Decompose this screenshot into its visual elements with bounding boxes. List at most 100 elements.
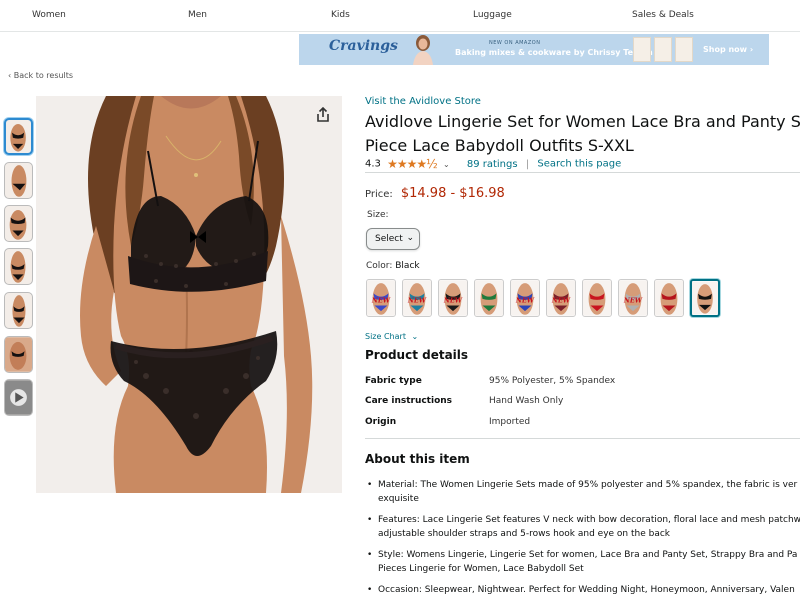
svg-text:NEW: NEW bbox=[443, 297, 463, 305]
chevron-down-icon: ⌄ bbox=[406, 233, 414, 243]
size-chart-link[interactable]: Size Chart ⌄ bbox=[365, 332, 418, 341]
swatch-image: NEW bbox=[403, 280, 431, 316]
swatch-image bbox=[692, 281, 718, 315]
product-title-line-2: Piece Lace Babydoll Outfits S-XXL bbox=[365, 136, 634, 155]
about-heading: About this item bbox=[365, 452, 470, 466]
share-icon[interactable] bbox=[315, 107, 331, 123]
color-swatch[interactable]: NEW bbox=[366, 279, 396, 317]
thumbnail-image bbox=[10, 124, 26, 152]
bullet-text: Occasion: Sleepwear, Nightwear. Perfect … bbox=[378, 585, 795, 595]
color-swatch[interactable]: NEW bbox=[438, 279, 468, 317]
color-label: Color: Black bbox=[366, 261, 420, 271]
search-this-page-link[interactable]: Search this page bbox=[537, 159, 621, 170]
spec-value: Hand Wash Only bbox=[489, 396, 564, 406]
divider bbox=[365, 172, 800, 173]
banner-product-image bbox=[675, 37, 693, 62]
separator: | bbox=[525, 158, 530, 170]
nav-kids[interactable]: Kids bbox=[331, 10, 350, 20]
color-swatch[interactable]: NEW bbox=[546, 279, 576, 317]
chevron-down-icon: ⌄ bbox=[411, 332, 419, 341]
swatch-image: NEW bbox=[367, 280, 395, 316]
color-swatch[interactable] bbox=[474, 279, 504, 317]
svg-text:NEW: NEW bbox=[623, 297, 643, 305]
size-chart-label: Size Chart bbox=[365, 332, 406, 341]
thumbnail-2[interactable] bbox=[4, 162, 33, 199]
swatch-image: NEW bbox=[511, 280, 539, 316]
bullet-text: Features: Lace Lingerie Set features V n… bbox=[378, 515, 800, 525]
swatch-image: NEW bbox=[619, 280, 647, 316]
bullet-text: adjustable shoulder straps and 5-rows ho… bbox=[378, 529, 671, 539]
star-rating-icon[interactable]: ★★★★½ bbox=[387, 157, 438, 171]
color-swatch[interactable] bbox=[690, 279, 720, 317]
spec-key: Fabric type bbox=[365, 376, 422, 386]
price-range: $14.98 - $16.98 bbox=[400, 186, 505, 201]
store-link[interactable]: Visit the Avidlove Store bbox=[365, 96, 481, 107]
thumbnail-image bbox=[12, 295, 26, 327]
spec-value: Imported bbox=[489, 417, 531, 427]
thumbnail-1[interactable] bbox=[4, 118, 33, 155]
banner-headline: Baking mixes & cookware by Chrissy Teige… bbox=[455, 48, 653, 57]
lingerie-model-image bbox=[36, 96, 342, 493]
bullet-text: exquisite bbox=[378, 494, 419, 504]
size-select-value: Select bbox=[375, 234, 403, 244]
back-to-results-link[interactable]: ‹ Back to results bbox=[8, 71, 73, 80]
thumbnail-5[interactable] bbox=[4, 292, 33, 329]
thumbnail-3[interactable] bbox=[4, 205, 33, 242]
banner-small-text: NEW ON AMAZON bbox=[489, 40, 541, 46]
ratings-count-link[interactable]: 89 ratings bbox=[467, 159, 518, 170]
video-play-icon bbox=[5, 380, 32, 415]
ad-banner[interactable]: Cravings NEW ON AMAZON Baking mixes & co… bbox=[299, 34, 769, 65]
bullet-text: Style: Womens Lingerie, Lingerie Set for… bbox=[378, 550, 798, 560]
thumbnail-image bbox=[9, 210, 27, 240]
spec-key: Origin bbox=[365, 417, 397, 427]
thumbnail-6[interactable] bbox=[4, 336, 33, 373]
list-item: Occasion: Sleepwear, Nightwear. Perfect … bbox=[365, 583, 800, 597]
swatch-image: NEW bbox=[439, 280, 467, 316]
color-label-text: Color: bbox=[366, 261, 393, 271]
thumbnail-video[interactable] bbox=[4, 379, 33, 416]
swatch-image bbox=[475, 280, 503, 316]
color-swatch[interactable] bbox=[654, 279, 684, 317]
spec-key: Care instructions bbox=[365, 396, 453, 406]
product-title-line-1: Avidlove Lingerie Set for Women Lace Bra… bbox=[365, 112, 800, 131]
chevron-down-icon[interactable]: ⌄ bbox=[443, 160, 450, 169]
svg-text:NEW: NEW bbox=[515, 297, 535, 305]
price-label: Price: bbox=[365, 189, 393, 200]
swatch-image bbox=[583, 280, 611, 316]
product-details-heading: Product details bbox=[365, 348, 469, 362]
nav-luggage[interactable]: Luggage bbox=[473, 10, 512, 20]
thumbnail-4[interactable] bbox=[4, 248, 33, 285]
color-selected: Black bbox=[395, 261, 420, 271]
color-swatch[interactable]: NEW bbox=[510, 279, 540, 317]
banner-shop-now-button[interactable]: Shop now › bbox=[703, 45, 753, 54]
rating-value: 4.3 bbox=[365, 158, 381, 170]
svg-text:NEW: NEW bbox=[551, 297, 571, 305]
nav-women[interactable]: Women bbox=[32, 10, 66, 20]
thumbnail-image bbox=[5, 337, 32, 372]
banner-person-image bbox=[413, 35, 433, 65]
banner-logo: Cravings bbox=[329, 38, 398, 54]
price-row: Price: $14.98 - $16.98 bbox=[365, 182, 505, 201]
divider bbox=[365, 438, 800, 439]
about-bullets: Material: The Women Lingerie Sets made o… bbox=[365, 478, 800, 600]
list-item: Style: Womens Lingerie, Lingerie Set for… bbox=[365, 548, 800, 576]
nav-men[interactable]: Men bbox=[188, 10, 207, 20]
spec-value: 95% Polyester, 5% Spandex bbox=[489, 376, 616, 386]
size-label: Size: bbox=[367, 210, 389, 220]
size-select[interactable]: Select ⌄ bbox=[366, 228, 420, 250]
list-item: Features: Lace Lingerie Set features V n… bbox=[365, 513, 800, 541]
svg-text:NEW: NEW bbox=[407, 297, 427, 305]
nav-sales-deals[interactable]: Sales & Deals bbox=[632, 10, 694, 20]
color-swatch[interactable] bbox=[582, 279, 612, 317]
main-product-image[interactable] bbox=[36, 96, 342, 493]
bullet-text: Pieces Lingerie for Women, Lace Babydoll… bbox=[378, 564, 584, 574]
thumbnail-image bbox=[11, 165, 27, 197]
bullet-text: Material: The Women Lingerie Sets made o… bbox=[378, 480, 798, 490]
category-nav: Women Men Kids Luggage Sales & Deals bbox=[0, 0, 800, 32]
rating-row: 4.3 ★★★★½ ⌄ 89 ratings | Search this pag… bbox=[365, 157, 621, 171]
banner-product-image bbox=[654, 37, 672, 62]
color-swatch[interactable]: NEW bbox=[402, 279, 432, 317]
swatch-image bbox=[655, 280, 683, 316]
product-title: Avidlove Lingerie Set for Women Lace Bra… bbox=[365, 110, 800, 158]
color-swatch[interactable]: NEW bbox=[618, 279, 648, 317]
